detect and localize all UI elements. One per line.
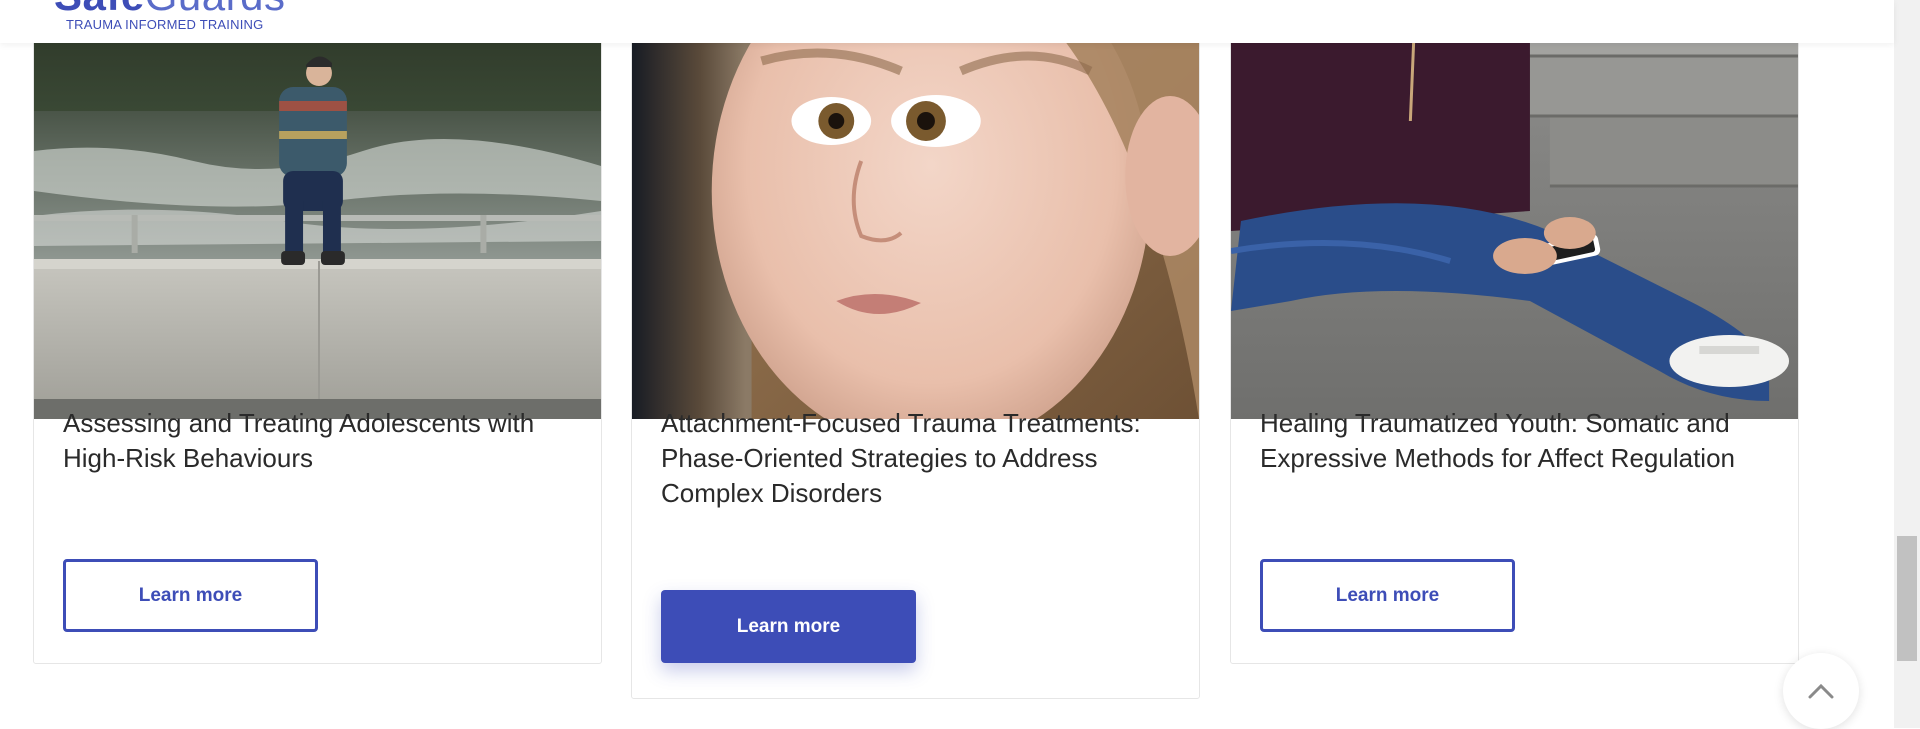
back-to-top-button[interactable]: [1783, 653, 1859, 729]
course-card-1: Assessing and Treating Adolescents with …: [33, 0, 602, 664]
site-header: SafeGuards TRAUMA INFORMED TRAINING: [0, 0, 1894, 43]
page-scrollbar[interactable]: [1894, 0, 1920, 728]
course-image-2[interactable]: [632, 1, 1199, 419]
course-title-3[interactable]: Healing Traumatized Youth: Somatic and E…: [1260, 406, 1778, 476]
course-image-3[interactable]: [1231, 1, 1798, 419]
learn-more-button-2[interactable]: Learn more: [661, 590, 916, 663]
scrollbar-thumb[interactable]: [1897, 536, 1917, 661]
logo[interactable]: SafeGuards: [54, 0, 285, 18]
logo-tagline: TRAUMA INFORMED TRAINING: [66, 17, 264, 32]
learn-more-button-3[interactable]: Learn more: [1260, 559, 1515, 632]
learn-more-button-1[interactable]: Learn more: [63, 559, 318, 632]
course-image-1[interactable]: [34, 1, 601, 419]
course-card-2: Attachment-Focused Trauma Treatments: Ph…: [631, 0, 1200, 699]
course-title-1[interactable]: Assessing and Treating Adolescents with …: [63, 406, 581, 476]
course-title-2[interactable]: Attachment-Focused Trauma Treatments: Ph…: [661, 406, 1179, 511]
course-card-3: Healing Traumatized Youth: Somatic and E…: [1230, 0, 1799, 664]
chevron-up-icon: [1808, 683, 1834, 699]
